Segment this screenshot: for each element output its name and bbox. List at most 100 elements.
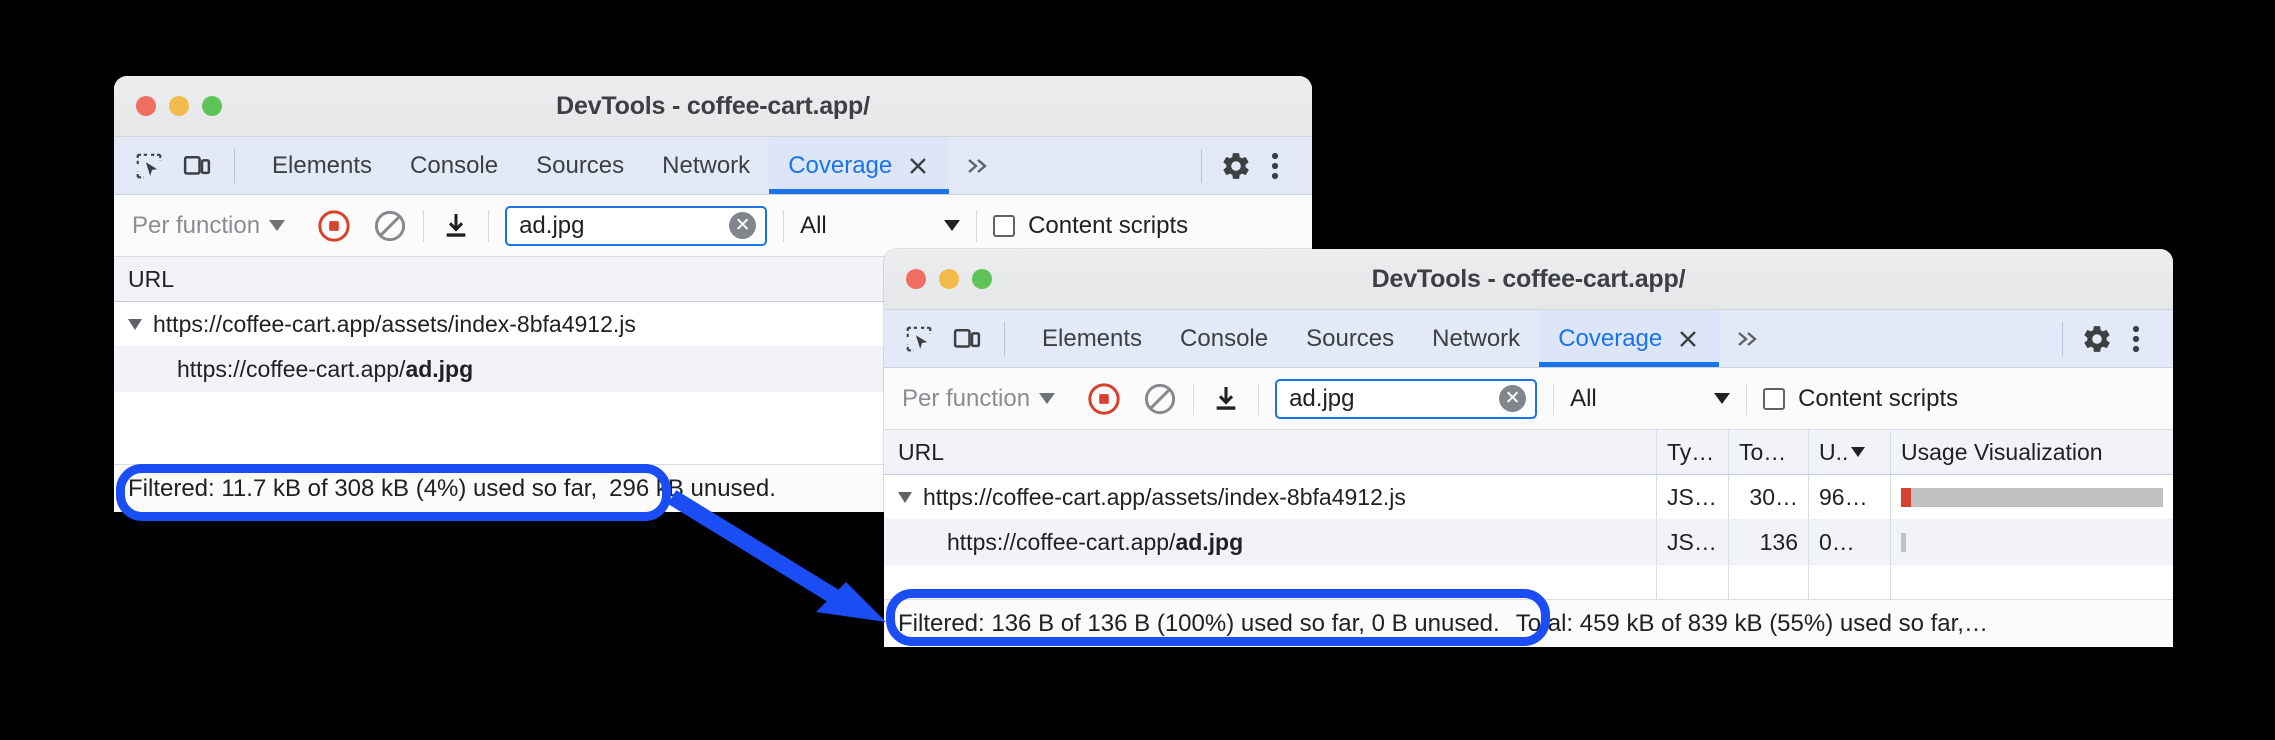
- devtools-tool-icons-front[interactable]: [884, 310, 1023, 367]
- granularity-label: Per function: [902, 384, 1031, 412]
- type-filter-value: All: [1570, 384, 1597, 412]
- device-toolbar-icon[interactable]: [952, 324, 982, 354]
- column-header-type[interactable]: Ty…: [1656, 430, 1728, 474]
- tabstrip-spacer: [1777, 310, 2062, 367]
- toolbar-divider-1: [423, 209, 425, 242]
- tab-network[interactable]: Network: [643, 137, 769, 194]
- clear-input-icon[interactable]: ✕: [729, 212, 757, 239]
- column-header-unused-bytes[interactable]: U..: [1808, 430, 1890, 474]
- titlebar-back: DevTools - coffee-cart.app/: [114, 76, 1312, 137]
- gear-icon[interactable]: [1220, 150, 1252, 182]
- tab-console-label: Console: [1180, 324, 1269, 352]
- column-header-usage-visualization[interactable]: Usage Visualization: [1890, 430, 2173, 474]
- granularity-select-back[interactable]: Per function: [132, 212, 286, 240]
- row-url: https://coffee-cart.app/ad.jpg: [947, 528, 1244, 555]
- filtered-status-front: Filtered: 136 B of 136 B (100%) used so …: [898, 609, 1500, 637]
- tab-sources[interactable]: Sources: [1287, 310, 1413, 367]
- panel-tabs-back[interactable]: Elements Console Sources Network Coverag…: [253, 137, 1007, 194]
- expander-icon[interactable]: [128, 318, 142, 330]
- clear-all-icon[interactable]: [373, 209, 407, 243]
- row-usage-visualization: [1890, 520, 2173, 564]
- tab-elements[interactable]: Elements: [1023, 310, 1161, 367]
- grid-header-front[interactable]: URL Ty… To… U.. Usage Visualization: [884, 430, 2173, 475]
- row-url-highlight: ad.jpg: [405, 355, 474, 382]
- expander-icon[interactable]: [898, 491, 912, 503]
- row-url: https://coffee-cart.app/assets/index-8bf…: [923, 483, 1406, 510]
- tabstrip-actions-back[interactable]: [1201, 137, 1312, 194]
- download-export-icon[interactable]: [1210, 383, 1242, 415]
- tab-console[interactable]: Console: [391, 137, 517, 194]
- clear-input-icon[interactable]: ✕: [1499, 385, 1527, 412]
- gear-icon[interactable]: [2081, 323, 2113, 355]
- screenshot-stage: DevTools - coffee-cart.app/ Elements Con…: [0, 0, 2275, 740]
- content-scripts-label: Content scripts: [1028, 211, 1189, 239]
- row-type: JS…: [1656, 520, 1728, 564]
- search-input[interactable]: [1289, 384, 1500, 413]
- toolbar-divider-4: [1746, 382, 1748, 415]
- record-stop-icon[interactable]: [1087, 382, 1121, 416]
- tabstrip-actions-divider: [2062, 321, 2063, 356]
- total-status-front: Total: 459 kB of 839 kB (55%) used so fa…: [1515, 609, 1988, 637]
- tab-sources[interactable]: Sources: [517, 137, 643, 194]
- inspect-element-icon[interactable]: [904, 324, 934, 354]
- record-stop-icon[interactable]: [317, 209, 351, 243]
- url-filter-box-front[interactable]: ✕: [1275, 378, 1538, 419]
- devtools-tool-icons-back[interactable]: [114, 137, 253, 194]
- devtools-window-front[interactable]: DevTools - coffee-cart.app/ Elements Con…: [884, 249, 2173, 647]
- tab-network[interactable]: Network: [1413, 310, 1539, 367]
- type-filter-value: All: [800, 211, 827, 239]
- table-row[interactable]: https://coffee-cart.app/ad.jpg JS… 136 0…: [884, 520, 2173, 565]
- toolbar-divider-3: [1553, 382, 1555, 415]
- more-tabs-icon[interactable]: [1719, 310, 1777, 367]
- toolbar-divider-1: [1193, 382, 1195, 415]
- tab-sources-label: Sources: [536, 151, 625, 179]
- usage-bar-small: [1901, 532, 1906, 552]
- row-url: https://coffee-cart.app/assets/index-8bf…: [153, 310, 636, 337]
- tab-console[interactable]: Console: [1161, 310, 1287, 367]
- coverage-toolbar-front[interactable]: Per function ad.jpg ✕ All Content script…: [884, 368, 2173, 430]
- tabstrip-actions-front[interactable]: [2062, 310, 2173, 367]
- more-tabs-icon[interactable]: [949, 137, 1007, 194]
- search-input[interactable]: [519, 211, 730, 240]
- window-title-front: DevTools - coffee-cart.app/: [1371, 264, 1686, 293]
- checkbox-box[interactable]: [993, 214, 1016, 237]
- row-type: JS…: [1656, 475, 1728, 519]
- content-scripts-checkbox-back[interactable]: Content scripts: [993, 212, 1188, 240]
- device-toolbar-icon[interactable]: [182, 151, 212, 181]
- close-icon[interactable]: [1676, 327, 1700, 351]
- checkbox-box[interactable]: [1763, 387, 1786, 410]
- close-icon[interactable]: [906, 154, 930, 178]
- inspect-element-icon[interactable]: [134, 151, 164, 181]
- tab-coverage[interactable]: Coverage: [1539, 310, 1720, 367]
- panel-tabs-front[interactable]: Elements Console Sources Network Coverag…: [1023, 310, 1777, 367]
- url-filter-box-back[interactable]: ✕: [505, 205, 768, 246]
- tab-coverage[interactable]: Coverage: [769, 137, 950, 194]
- column-header-url[interactable]: URL: [884, 439, 1656, 466]
- more-options-icon[interactable]: [2119, 323, 2153, 355]
- tabstrip-back: Elements Console Sources Network Coverag…: [114, 137, 1312, 195]
- toolbar-divider-3: [783, 209, 785, 242]
- toolbar-divider-2: [1258, 382, 1260, 415]
- chevron-down-icon: [944, 220, 961, 231]
- coverage-toolbar-back[interactable]: Per function ad.jpg ✕ All Content script…: [114, 195, 1312, 257]
- column-header-total-bytes[interactable]: To…: [1728, 430, 1808, 474]
- download-export-icon[interactable]: [440, 210, 472, 242]
- clear-all-icon[interactable]: [1143, 382, 1177, 416]
- coverage-grid-front: URL Ty… To… U.. Usage Visualization http…: [884, 430, 2173, 613]
- more-options-icon[interactable]: [1258, 150, 1292, 182]
- chevron-down-icon: [1039, 393, 1056, 404]
- tab-elements[interactable]: Elements: [253, 137, 391, 194]
- type-filter-select-back[interactable]: All: [800, 211, 961, 240]
- tool-icons-divider: [1004, 321, 1005, 356]
- row-usage-visualization: [1890, 475, 2173, 519]
- toolbar-divider-4: [976, 209, 978, 242]
- content-scripts-label: Content scripts: [1798, 384, 1959, 412]
- row-unused-bytes: 96…: [1808, 475, 1890, 519]
- table-row[interactable]: https://coffee-cart.app/assets/index-8bf…: [884, 475, 2173, 520]
- sort-descending-icon: [1851, 447, 1866, 457]
- tab-coverage-label: Coverage: [788, 151, 893, 179]
- row-url: https://coffee-cart.app/ad.jpg: [177, 355, 474, 382]
- granularity-select-front[interactable]: Per function: [902, 384, 1056, 413]
- content-scripts-checkbox-front[interactable]: Content scripts: [1763, 385, 1958, 413]
- type-filter-select-front[interactable]: All: [1570, 384, 1731, 413]
